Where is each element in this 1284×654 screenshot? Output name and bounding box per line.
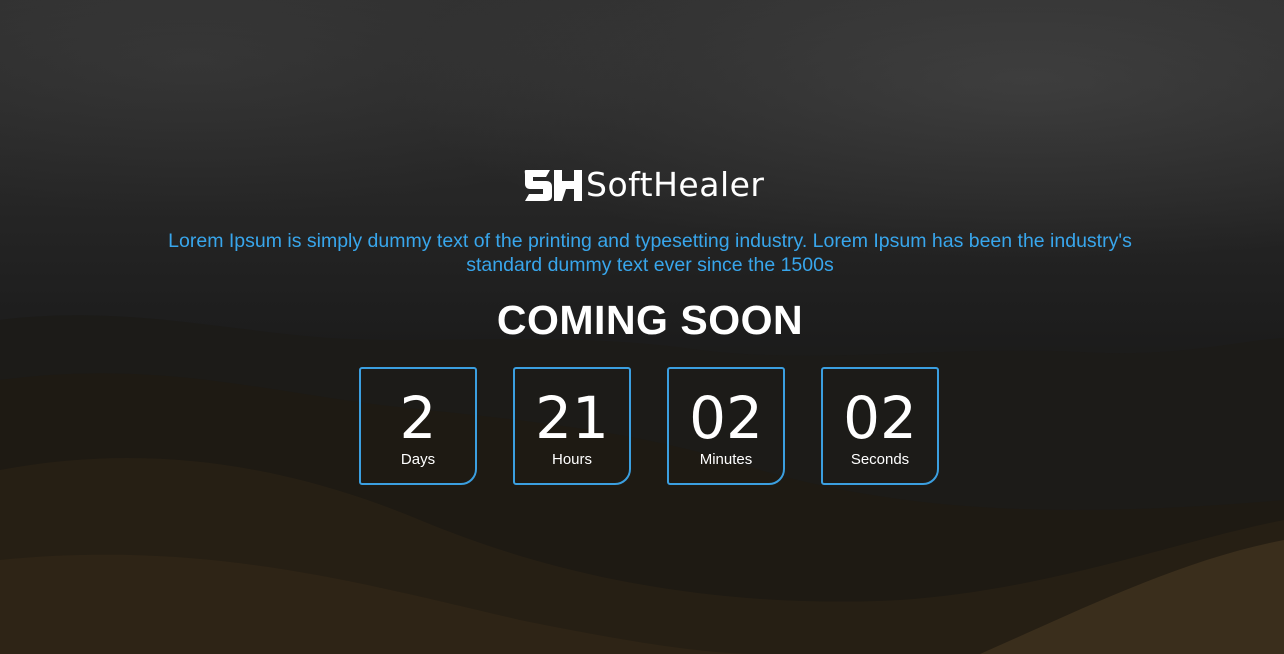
countdown-seconds: 02 Seconds bbox=[821, 367, 939, 485]
countdown-seconds-label: Seconds bbox=[850, 451, 910, 468]
countdown-minutes: 02 Minutes bbox=[667, 367, 785, 485]
countdown-days-value: 2 bbox=[399, 384, 437, 452]
countdown-days-label: Days bbox=[400, 451, 436, 468]
countdown-hours-value: 21 bbox=[535, 384, 609, 452]
countdown-seconds-value: 02 bbox=[843, 384, 917, 452]
countdown-minutes-value: 02 bbox=[689, 384, 763, 452]
countdown-hours: 21 Hours bbox=[513, 367, 631, 485]
logo-mark-icon bbox=[524, 170, 582, 201]
countdown-days: 2 Days bbox=[359, 367, 477, 485]
page-title: COMING SOON bbox=[496, 297, 804, 343]
countdown-hours-label: Hours bbox=[551, 451, 592, 468]
tagline-text: Lorem Ipsum is simply dummy text of the … bbox=[168, 230, 1132, 276]
logo-text: SoftHealer bbox=[586, 165, 765, 204]
softhealer-logo: SoftHealer bbox=[524, 166, 765, 204]
countdown-minutes-label: Minutes bbox=[699, 451, 753, 468]
